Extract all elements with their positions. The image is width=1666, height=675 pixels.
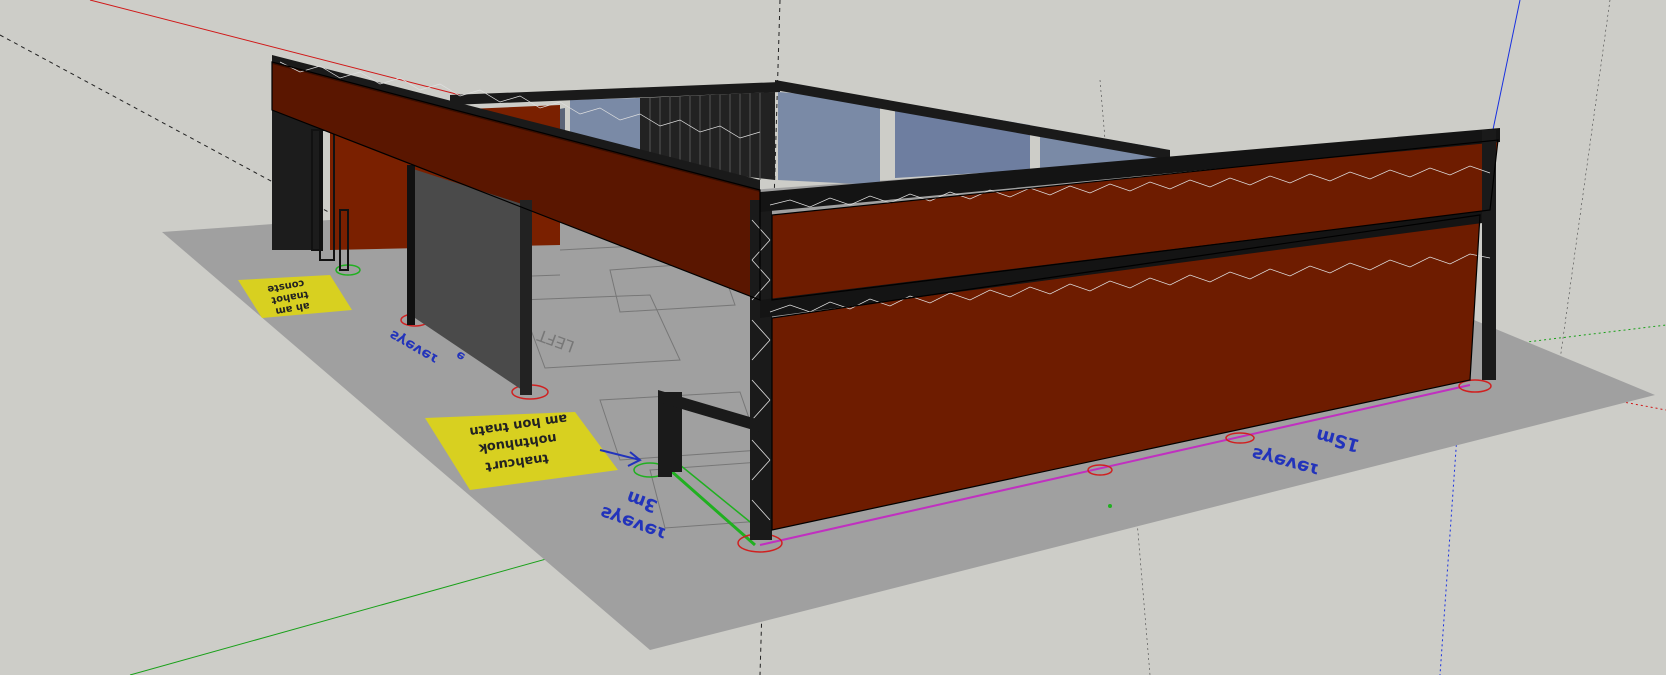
gray-panel-frame-right — [520, 200, 532, 395]
3d-model-scene[interactable]: uʇɐuʇ uoɥ ɯɐ ʞonɥuʇɥou ʇɹnɔɥɐuʇ ǝʇsuoɔ ʇ… — [0, 0, 1666, 675]
sketchup-viewport[interactable]: uʇɐuʇ uoɥ ɯɐ ʞonɥuʇɥou ʇɹnɔɥɐuʇ ǝʇsuoɔ ʇ… — [0, 0, 1666, 675]
truss-right-end-column — [1482, 130, 1496, 380]
gray-panel-frame-left — [407, 165, 415, 325]
guide-line — [1559, 0, 1611, 361]
corner-truss-column — [750, 200, 772, 540]
green-point — [1108, 504, 1112, 508]
